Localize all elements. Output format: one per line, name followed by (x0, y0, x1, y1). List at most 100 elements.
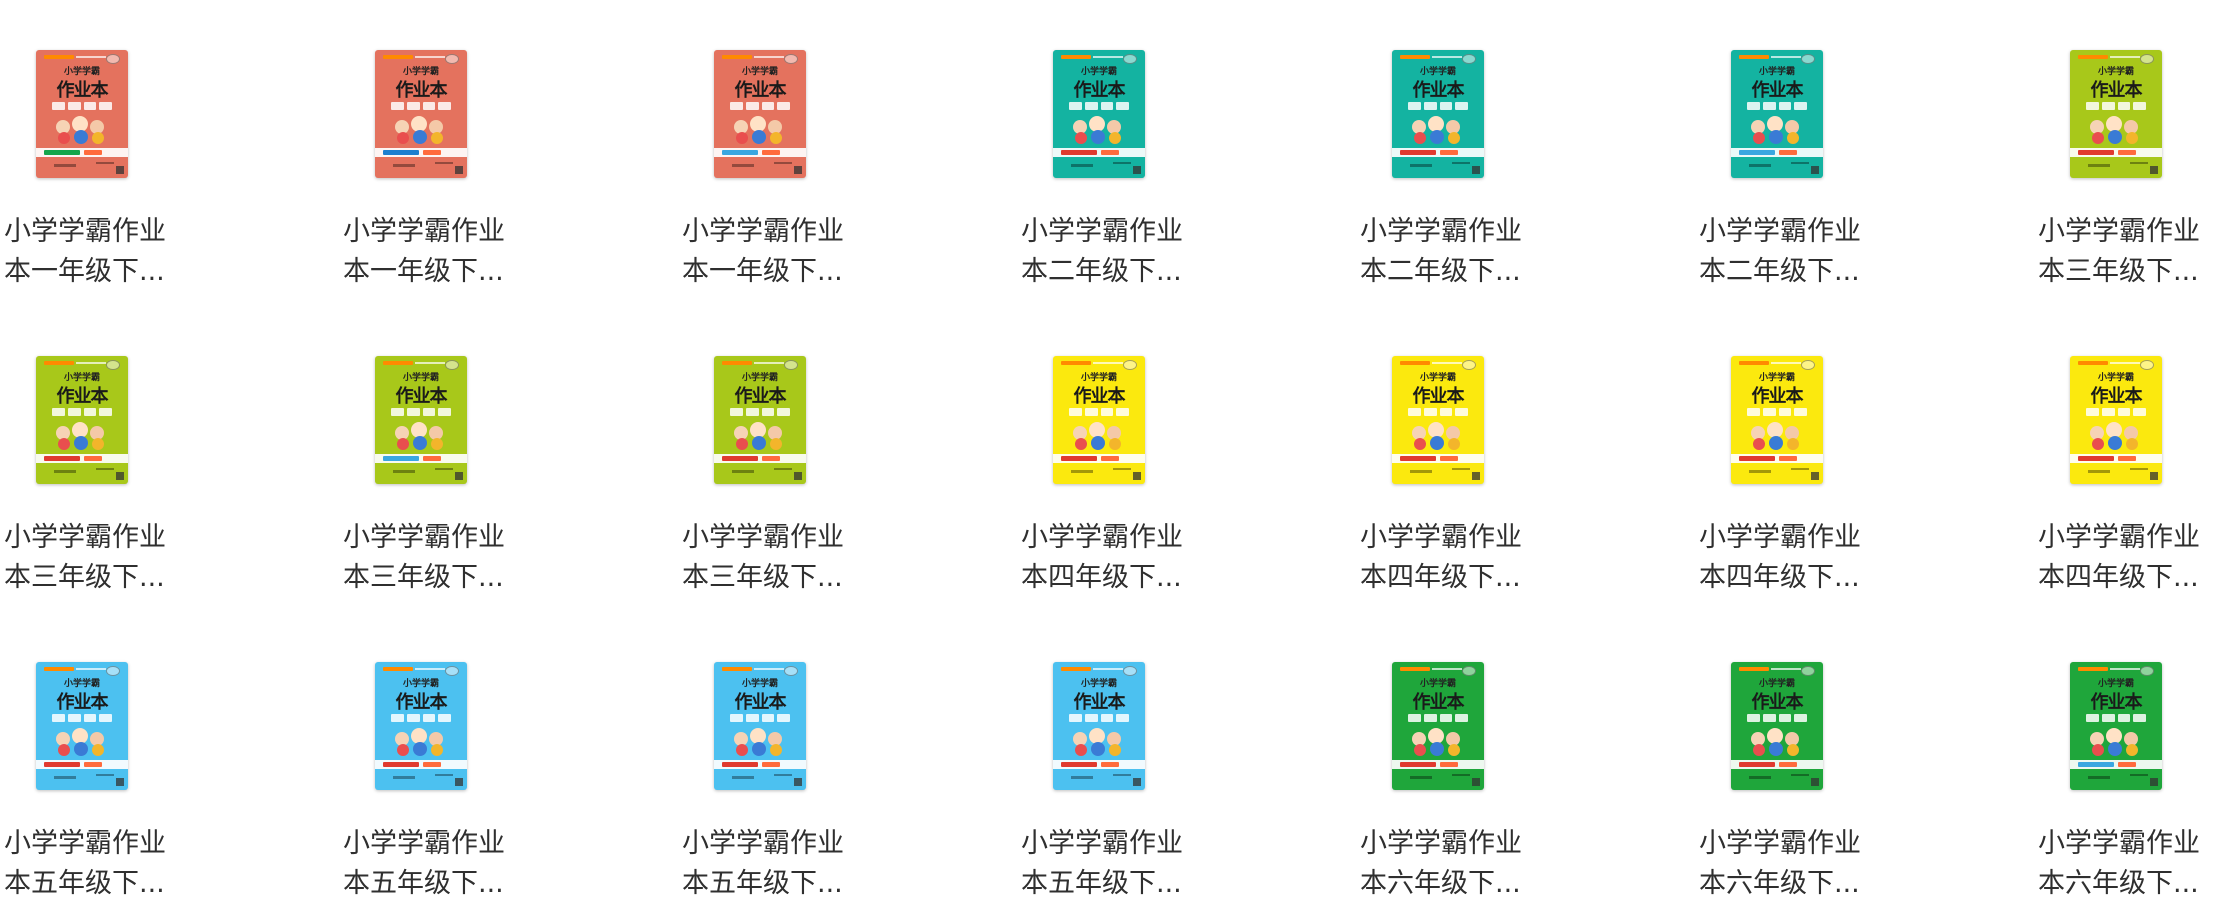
file-thumbnail[interactable]: 小学学霸 作业本 (1392, 50, 1484, 178)
file-thumbnail[interactable]: 小学学霸 作业本 (2070, 50, 2162, 178)
cover-publisher-line (393, 164, 415, 167)
cover-feature-chips (1069, 408, 1129, 416)
cover-publisher-line (1410, 470, 1432, 473)
cover-subject-band (375, 760, 467, 769)
file-name-label[interactable]: 小学学霸作业 本五年级下... (682, 824, 982, 904)
cover-cartoon-illustration (730, 420, 790, 450)
file-name-label[interactable]: 小学学霸作业 本二年级下... (1021, 212, 1321, 292)
file-thumbnail[interactable]: 小学学霸 作业本 (1053, 662, 1145, 790)
cover-publisher-line-2 (96, 162, 114, 164)
cover-qr-code-icon (455, 778, 463, 786)
cover-header-line (1771, 362, 1801, 364)
cover-publisher-line (54, 470, 76, 473)
cover-subject-band (375, 148, 467, 157)
file-name-label[interactable]: 小学学霸作业 本四年级下... (1021, 518, 1321, 598)
file-tile[interactable]: 小学学霸 作业本 小学学霸作业 本六年级下... (1356, 612, 1695, 918)
cover-publisher-line-2 (1113, 162, 1131, 164)
file-name-label[interactable]: 小学学霸作业 本五年级下... (4, 824, 304, 904)
file-tile[interactable]: 小学学霸 作业本 小学学霸作业 本一年级下... (339, 0, 678, 306)
file-tile[interactable]: 小学学霸 作业本 小学学霸作业 本二年级下... (1356, 0, 1695, 306)
cover-qr-code-icon (2150, 166, 2158, 174)
cover-publisher-line-2 (774, 162, 792, 164)
cover-qr-code-icon (794, 166, 802, 174)
cover-title-big: 作业本 (1412, 692, 1465, 713)
cover-title-big: 作业本 (1412, 80, 1465, 101)
cover-header-line (2110, 362, 2140, 364)
file-thumbnail[interactable]: 小学学霸 作业本 (714, 50, 806, 178)
book-cover-image: 小学学霸 作业本 (1731, 50, 1823, 178)
file-name-label[interactable]: 小学学霸作业 本六年级下... (2038, 824, 2220, 904)
file-name-label[interactable]: 小学学霸作业 本四年级下... (2038, 518, 2220, 598)
file-name-label[interactable]: 小学学霸作业 本三年级下... (4, 518, 304, 598)
cover-subject-band (375, 454, 467, 463)
file-name-label[interactable]: 小学学霸作业 本六年级下... (1360, 824, 1660, 904)
file-name-label[interactable]: 小学学霸作业 本二年级下... (1360, 212, 1660, 292)
file-tile[interactable]: 小学学霸 作业本 小学学霸作业 本一年级下... (678, 0, 1017, 306)
cover-badge-icon (445, 360, 459, 370)
file-thumbnail[interactable]: 小学学霸 作业本 (1731, 356, 1823, 484)
file-tile[interactable]: 小学学霸 作业本 小学学霸作业 本三年级下... (678, 306, 1017, 612)
file-thumbnail[interactable]: 小学学霸 作业本 (1392, 356, 1484, 484)
file-tile[interactable]: 小学学霸 作业本 小学学霸作业 本五年级下... (339, 612, 678, 918)
file-name-label[interactable]: 小学学霸作业 本三年级下... (343, 518, 643, 598)
file-tile[interactable]: 小学学霸 作业本 小学学霸作业 本三年级下... (339, 306, 678, 612)
file-name-label[interactable]: 小学学霸作业 本三年级下... (2038, 212, 2220, 292)
file-name-label[interactable]: 小学学霸作业 本一年级下... (682, 212, 982, 292)
file-tile[interactable]: 小学学霸 作业本 小学学霸作业 本五年级下... (0, 612, 339, 918)
file-tile[interactable]: 小学学霸 作业本 小学学霸作业 本二年级下... (1017, 0, 1356, 306)
book-cover-image: 小学学霸 作业本 (714, 356, 806, 484)
file-tile[interactable]: 小学学霸 作业本 小学学霸作业 本四年级下... (1017, 306, 1356, 612)
file-thumbnail[interactable]: 小学学霸 作业本 (714, 356, 806, 484)
file-tile[interactable]: 小学学霸 作业本 小学学霸作业 本五年级下... (1017, 612, 1356, 918)
file-tile[interactable]: 小学学霸 作业本 小学学霸作业 本六年级下... (1695, 612, 2034, 918)
cover-badge-icon (784, 360, 798, 370)
file-name-label[interactable]: 小学学霸作业 本六年级下... (1699, 824, 1999, 904)
file-thumbnail[interactable]: 小学学霸 作业本 (36, 356, 128, 484)
file-thumbnail[interactable]: 小学学霸 作业本 (375, 356, 467, 484)
file-name-label[interactable]: 小学学霸作业 本二年级下... (1699, 212, 1999, 292)
cover-badge-icon (2140, 360, 2154, 370)
file-thumbnail[interactable]: 小学学霸 作业本 (1731, 50, 1823, 178)
file-thumbnail[interactable]: 小学学霸 作业本 (1731, 662, 1823, 790)
file-tile[interactable]: 小学学霸 作业本 小学学霸作业 本四年级下... (2034, 306, 2220, 612)
file-tile[interactable]: 小学学霸 作业本 小学学霸作业 本三年级下... (2034, 0, 2220, 306)
file-tile[interactable]: 小学学霸 作业本 小学学霸作业 本三年级下... (0, 306, 339, 612)
cover-subject-band (36, 148, 128, 157)
file-tile[interactable]: 小学学霸 作业本 小学学霸作业 本四年级下... (1356, 306, 1695, 612)
file-thumbnail[interactable]: 小学学霸 作业本 (1053, 356, 1145, 484)
file-tile[interactable]: 小学学霸 作业本 小学学霸作业 本五年级下... (678, 612, 1017, 918)
cover-publisher-line (1071, 776, 1093, 779)
cover-cartoon-illustration (391, 114, 451, 144)
file-thumbnail[interactable]: 小学学霸 作业本 (36, 50, 128, 178)
file-name-label[interactable]: 小学学霸作业 本一年级下... (4, 212, 304, 292)
cover-cartoon-illustration (391, 726, 451, 756)
file-thumbnail[interactable]: 小学学霸 作业本 (375, 662, 467, 790)
file-tile[interactable]: 小学学霸 作业本 小学学霸作业 本二年级下... (1695, 0, 2034, 306)
file-tile[interactable]: 小学学霸 作业本 小学学霸作业 本一年级下... (0, 0, 339, 306)
file-name-label[interactable]: 小学学霸作业 本五年级下... (343, 824, 643, 904)
file-name-label[interactable]: 小学学霸作业 本四年级下... (1360, 518, 1660, 598)
file-tile[interactable]: 小学学霸 作业本 小学学霸作业 本六年级下... (2034, 612, 2220, 918)
cover-brand-mark (383, 55, 413, 59)
file-name-label[interactable]: 小学学霸作业 本四年级下... (1699, 518, 1999, 598)
cover-brand-mark (1400, 667, 1430, 671)
file-thumbnail[interactable]: 小学学霸 作业本 (1053, 50, 1145, 178)
file-thumbnail[interactable]: 小学学霸 作业本 (2070, 662, 2162, 790)
cover-feature-chips (730, 408, 790, 416)
cover-publisher-line (1071, 470, 1093, 473)
file-thumbnail[interactable]: 小学学霸 作业本 (375, 50, 467, 178)
cover-publisher-line-2 (1791, 468, 1809, 470)
cover-subject-band (1392, 760, 1484, 769)
file-thumbnail[interactable]: 小学学霸 作业本 (1392, 662, 1484, 790)
file-thumbnail[interactable]: 小学学霸 作业本 (714, 662, 806, 790)
cover-header-line (754, 362, 784, 364)
file-name-label[interactable]: 小学学霸作业 本五年级下... (1021, 824, 1321, 904)
cover-feature-chips (391, 408, 451, 416)
file-thumbnail[interactable]: 小学学霸 作业本 (2070, 356, 2162, 484)
file-thumbnail[interactable]: 小学学霸 作业本 (36, 662, 128, 790)
cover-title-big: 作业本 (395, 692, 448, 713)
file-name-label[interactable]: 小学学霸作业 本三年级下... (682, 518, 982, 598)
file-tile[interactable]: 小学学霸 作业本 小学学霸作业 本四年级下... (1695, 306, 2034, 612)
file-name-label[interactable]: 小学学霸作业 本一年级下... (343, 212, 643, 292)
cover-badge-icon (1801, 54, 1815, 64)
